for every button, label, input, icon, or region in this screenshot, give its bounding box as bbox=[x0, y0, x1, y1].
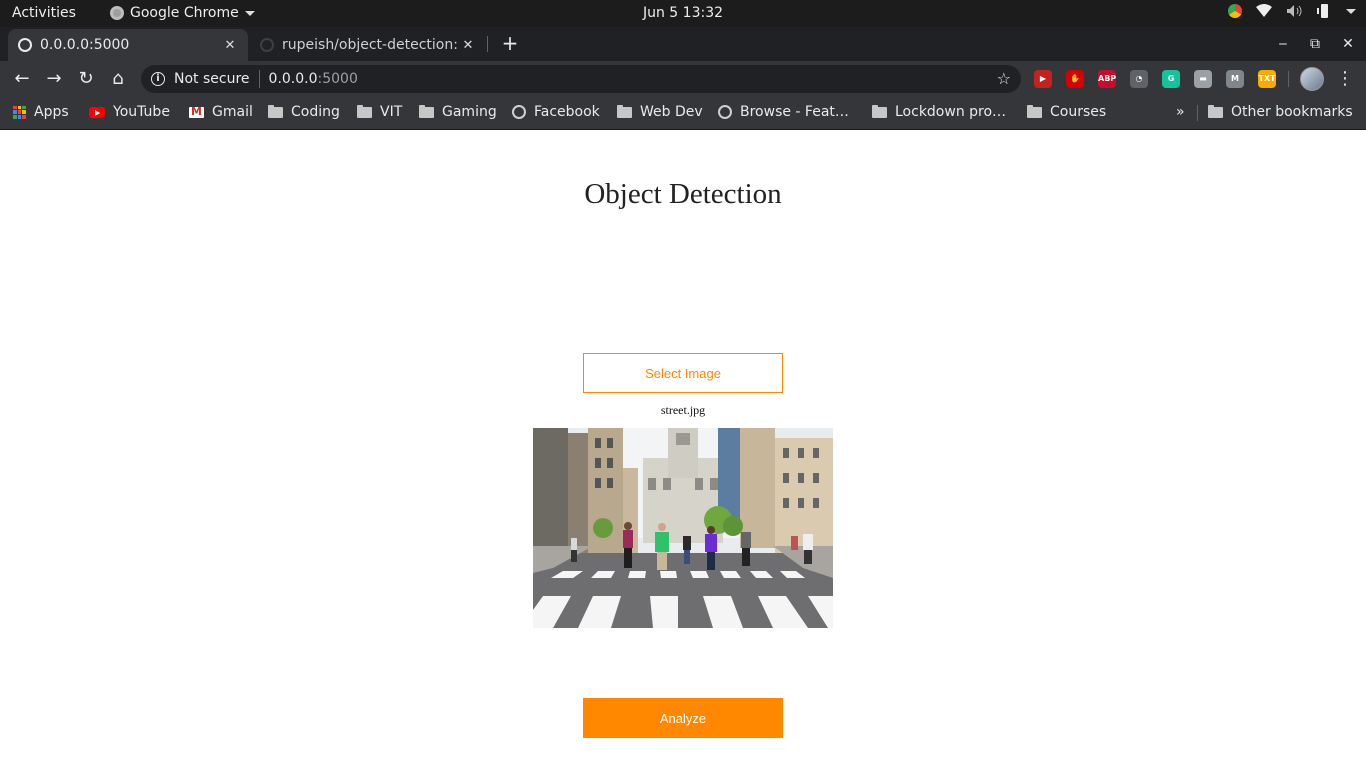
folder-icon bbox=[1027, 104, 1042, 118]
tab-title: 0.0.0.0:5000 bbox=[40, 37, 130, 53]
bookmark-item[interactable]: Gmail bbox=[189, 104, 253, 120]
folder-icon bbox=[357, 104, 372, 118]
tab-separator bbox=[487, 36, 488, 52]
other-bookmarks[interactable]: Other bookmarks bbox=[1208, 104, 1353, 120]
loading-spinner-icon bbox=[260, 38, 274, 52]
tab-strip: 0.0.0.0:5000 ✕ rupeish/object-detection:… bbox=[0, 27, 1366, 61]
bookmark-item[interactable]: Apps bbox=[13, 104, 69, 120]
m-extension-icon[interactable]: M bbox=[1226, 70, 1244, 88]
folder-icon bbox=[268, 104, 283, 118]
page-title: Object Detection bbox=[584, 178, 782, 210]
bookmark-item[interactable]: Browse - Feat… bbox=[718, 104, 849, 120]
close-tab-icon[interactable]: ✕ bbox=[460, 38, 476, 53]
avatar[interactable] bbox=[1300, 67, 1324, 91]
globe-icon bbox=[512, 105, 526, 119]
tab-github[interactable]: rupeish/object-detection: ✕ bbox=[250, 29, 486, 61]
chrome-tray-icon[interactable] bbox=[1228, 4, 1242, 18]
overflow-chevron-icon: » bbox=[1176, 104, 1185, 120]
address-bar[interactable]: i Not secure 0.0.0.0:5000 ☆ bbox=[141, 65, 1021, 93]
page-content: Object Detection Select Image street.jpg bbox=[0, 131, 1366, 768]
bookmark-item[interactable]: Courses bbox=[1027, 104, 1106, 120]
bookmark-label: Courses bbox=[1050, 104, 1107, 120]
browser-toolbar: ← → ↻ ⌂ i Not secure 0.0.0.0:5000 ☆ ▶ ✋ AB… bbox=[0, 61, 1366, 97]
folder-icon bbox=[617, 104, 632, 118]
bookmark-item[interactable]: Facebook bbox=[512, 104, 600, 120]
new-tab-button[interactable]: + bbox=[498, 31, 522, 55]
wifi-icon bbox=[1256, 4, 1272, 17]
bookmark-label: Web Dev bbox=[640, 104, 703, 120]
home-icon[interactable]: ⌂ bbox=[107, 68, 129, 90]
more-menu-icon[interactable]: ⋮ bbox=[1334, 68, 1356, 90]
apps-grid-icon bbox=[13, 105, 26, 119]
grammarly-icon[interactable]: G bbox=[1162, 70, 1180, 88]
bookmark-label: Facebook bbox=[534, 104, 600, 120]
bookmark-item[interactable]: VIT bbox=[357, 104, 402, 120]
chevron-down-icon bbox=[1346, 8, 1356, 14]
bookmark-divider bbox=[1197, 105, 1198, 121]
bookmark-label: VIT bbox=[380, 104, 403, 120]
bookmark-item[interactable]: YouTube bbox=[89, 104, 170, 120]
back-icon[interactable]: ← bbox=[11, 68, 33, 90]
close-window-icon[interactable]: ✕ bbox=[1338, 36, 1358, 52]
volume-icon bbox=[1287, 5, 1302, 17]
globe-icon bbox=[18, 38, 32, 52]
minimize-icon[interactable]: ‒ bbox=[1273, 36, 1293, 52]
abp-icon[interactable]: ABP bbox=[1098, 70, 1116, 88]
gmail-icon bbox=[189, 105, 204, 118]
restore-icon[interactable]: ⧉ bbox=[1305, 36, 1325, 52]
adblock-hand-icon[interactable]: ✋ bbox=[1066, 70, 1084, 88]
toolbar-divider bbox=[1288, 71, 1289, 87]
other-bookmarks-label: Other bookmarks bbox=[1231, 104, 1353, 120]
bookmarks-overflow-button[interactable]: » bbox=[1176, 104, 1185, 120]
bookmark-label: YouTube bbox=[113, 104, 170, 120]
tab-active[interactable]: 0.0.0.0:5000 ✕ bbox=[8, 29, 248, 61]
select-image-button[interactable]: Select Image bbox=[583, 353, 783, 393]
tab-title: rupeish/object-detection: bbox=[282, 37, 458, 53]
divider bbox=[258, 70, 260, 88]
bookmark-label: Coding bbox=[291, 104, 340, 120]
info-icon[interactable]: i bbox=[151, 72, 165, 86]
bookmark-item[interactable]: Web Dev bbox=[617, 104, 703, 120]
text-extension-icon[interactable]: TXT bbox=[1258, 70, 1276, 88]
bookmarks-bar: Apps YouTube Gmail Coding VIT Gaming Facebook W… bbox=[0, 97, 1366, 130]
bookmark-label: Lockdown pro… bbox=[895, 104, 1007, 120]
screen-icon-placeholder bbox=[1191, 68, 1213, 90]
reload-icon[interactable]: ↻ bbox=[75, 68, 97, 90]
system-tray[interactable] bbox=[1228, 4, 1356, 18]
analyze-button[interactable]: Analyze bbox=[583, 698, 783, 738]
url-port: :5000 bbox=[317, 71, 358, 87]
image-preview bbox=[533, 428, 833, 628]
hoverzoom-icon[interactable]: ▶ bbox=[1034, 70, 1052, 88]
street-photo bbox=[533, 428, 833, 628]
bookmark-label: Gaming bbox=[442, 104, 497, 120]
folder-icon bbox=[419, 104, 434, 118]
bookmark-item[interactable]: Coding bbox=[268, 104, 340, 120]
phone-battery-icon bbox=[1317, 4, 1328, 18]
system-top-bar: Activities Google Chrome Jun 5 13:32 bbox=[0, 0, 1366, 27]
bookmark-label: Gmail bbox=[212, 104, 253, 120]
clock[interactable]: Jun 5 13:32 bbox=[0, 5, 1366, 21]
youtube-icon bbox=[89, 106, 105, 118]
forward-icon[interactable]: → bbox=[43, 68, 65, 90]
close-tab-icon[interactable]: ✕ bbox=[222, 38, 238, 53]
globe-icon bbox=[718, 105, 732, 119]
folder-icon bbox=[872, 104, 887, 118]
security-label[interactable]: Not secure bbox=[174, 71, 250, 87]
bookmark-item[interactable]: Gaming bbox=[419, 104, 497, 120]
url-host: 0.0.0.0 bbox=[268, 71, 318, 87]
extension-gauge-icon[interactable]: ◔ bbox=[1130, 70, 1148, 88]
bookmark-label: Apps bbox=[34, 104, 69, 120]
bookmark-item[interactable]: Lockdown pro… bbox=[872, 104, 1006, 120]
bookmark-star-icon[interactable]: ☆ bbox=[997, 69, 1011, 88]
selected-filename: street.jpg bbox=[660, 403, 706, 417]
bookmark-label: Browse - Feat… bbox=[740, 104, 849, 120]
folder-icon bbox=[1208, 104, 1223, 118]
